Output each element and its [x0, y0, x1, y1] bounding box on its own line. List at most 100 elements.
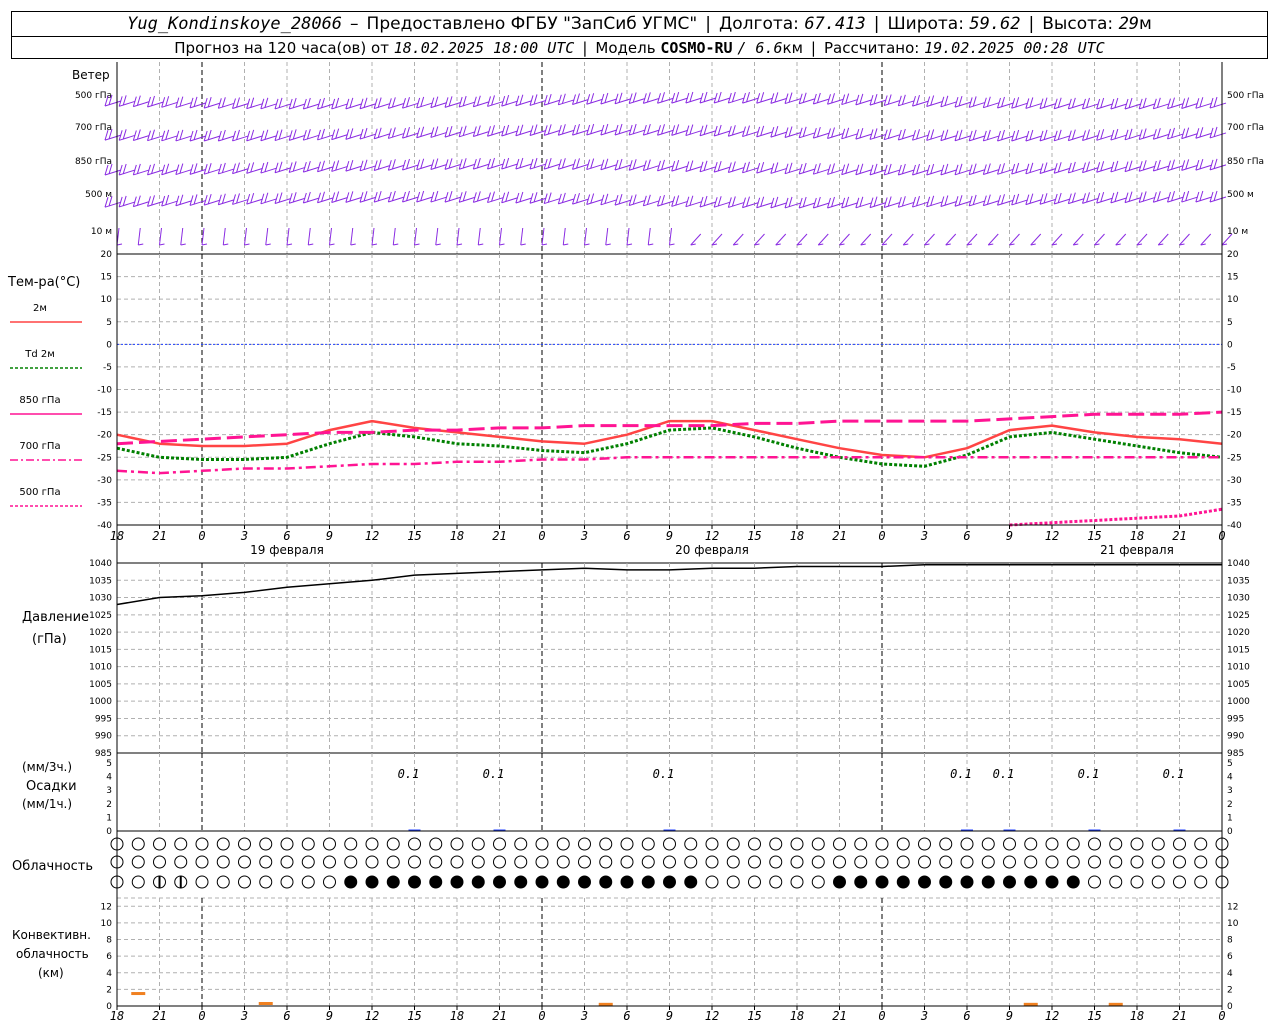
precip-value-label: 0.1 — [993, 767, 1015, 781]
wind-level-label-right: 500 м — [1227, 190, 1254, 200]
wind-barb-shaft — [402, 132, 419, 139]
wind-barb — [897, 94, 915, 107]
wind-barb-shaft — [898, 100, 915, 107]
wind-barb-flag — [345, 129, 350, 140]
cloud-clear-icon — [1130, 837, 1144, 851]
cloud-clear-icon — [578, 855, 591, 869]
pressure-tick-left: 1040 — [89, 559, 112, 569]
wind-barb-shaft — [884, 100, 901, 106]
cloud-clear-icon — [748, 837, 761, 851]
cloud-clear-icon — [365, 855, 379, 869]
wind-level-label-right: 500 гПа — [1227, 91, 1264, 101]
conv-tick-left: 12 — [101, 902, 112, 912]
temp-tick-left: -25 — [97, 453, 112, 463]
wind-barb — [132, 163, 150, 176]
wind-barb-flag — [416, 159, 421, 170]
cloud-overcast-icon — [875, 875, 889, 889]
wind-barb-shaft — [133, 135, 150, 142]
wind-barb — [387, 159, 405, 171]
cloud-overcast-icon — [1066, 875, 1080, 889]
wind-barb-10m-flag — [414, 243, 420, 246]
wind-barb-shaft — [784, 168, 802, 175]
wind-barb-shaft — [1153, 103, 1170, 110]
cloud-clear-icon — [1173, 837, 1186, 851]
wind-barb — [685, 160, 702, 172]
wind-barb-shaft — [799, 202, 816, 209]
wind-barb — [642, 123, 660, 136]
wind-barb — [402, 97, 419, 109]
wind-barb-shaft — [147, 200, 164, 207]
wind-barb-flag — [1096, 192, 1101, 204]
wind-barb — [855, 163, 872, 176]
wind-barb — [331, 191, 348, 204]
pressure-tick-left: 1000 — [89, 697, 112, 707]
wind-barb-shaft — [629, 164, 646, 171]
wind-barb-shaft — [1025, 102, 1042, 109]
wind-barb-shaft — [784, 98, 802, 105]
wind-barb — [657, 159, 674, 172]
cloud-overcast-icon — [599, 875, 613, 889]
wind-barb-shaft — [119, 100, 136, 107]
wind-barb-shaft — [189, 102, 207, 109]
wind-barb-flag — [444, 159, 449, 170]
cloud-clear-icon — [365, 837, 379, 851]
wind-barb — [118, 163, 136, 176]
time-tick-label-bottom: 3 — [580, 1009, 588, 1023]
wind-barb-shaft — [147, 135, 164, 142]
wind-barb-flag — [246, 193, 251, 205]
wind-barb-flag — [288, 162, 293, 173]
wind-barb-flag — [1181, 98, 1186, 109]
wind-barb-10m-flag — [626, 243, 633, 246]
wind-barb-flag — [416, 127, 421, 138]
wind-barb-shaft — [643, 97, 660, 104]
pressure-tick-right: 1015 — [1227, 645, 1250, 655]
conv-cloud-bar — [131, 992, 146, 996]
wind-barb-shaft — [657, 200, 674, 207]
wind-barb — [458, 191, 476, 203]
cloud-overcast-icon — [854, 875, 868, 889]
cloud-overcast-icon — [663, 875, 676, 889]
wind-barb — [600, 193, 617, 206]
wind-barb-shaft — [997, 102, 1014, 109]
wind-barb — [147, 95, 164, 108]
cloud-clear-icon — [131, 855, 145, 869]
cloud-clear-icon — [450, 855, 464, 869]
wind-barb-shaft — [629, 98, 646, 105]
wind-barb-shaft — [586, 129, 603, 136]
pressure-tick-right: 1020 — [1227, 628, 1250, 638]
wind-barb — [685, 195, 702, 208]
wind-barb — [387, 127, 405, 139]
cloud-clear-icon — [131, 875, 145, 889]
wind-barb-flag — [1082, 130, 1086, 141]
wind-barb — [926, 95, 943, 107]
wind-barb — [402, 190, 419, 203]
wind-barb-flag — [1152, 192, 1157, 203]
wind-barb — [1053, 192, 1071, 205]
wind-barb-shaft — [232, 168, 249, 175]
cloud-clear-icon — [493, 837, 506, 851]
wind-barb — [572, 193, 589, 205]
wind-barb-flag — [586, 94, 591, 105]
wind-barb-flag — [1152, 129, 1157, 140]
wind-barb — [430, 126, 447, 138]
cloud-clear-icon — [1024, 855, 1038, 869]
wind-barb-flag — [458, 96, 463, 108]
wind-barb-shaft — [657, 129, 674, 136]
wind-barb-flag — [1025, 194, 1030, 205]
precip-value-label: 0.1 — [1078, 767, 1100, 781]
pressure-tick-left: 990 — [95, 732, 112, 742]
wind-barb — [812, 92, 830, 105]
wind-barb-flag — [982, 195, 987, 206]
wind-barb-flag — [1096, 162, 1101, 173]
cloud-clear-icon — [514, 855, 528, 869]
wind-barb — [543, 192, 561, 205]
wind-barb — [147, 195, 164, 207]
wind-barb-shaft — [444, 101, 462, 108]
wind-barb-flag — [373, 191, 378, 203]
wind-barb-shaft — [133, 169, 150, 176]
wind-barb — [628, 194, 646, 206]
time-tick-label: 21 — [1172, 529, 1186, 543]
cloud-clear-icon — [981, 855, 995, 869]
cloud-clear-icon — [939, 837, 953, 851]
wind-barb-10m-flag — [308, 243, 314, 246]
